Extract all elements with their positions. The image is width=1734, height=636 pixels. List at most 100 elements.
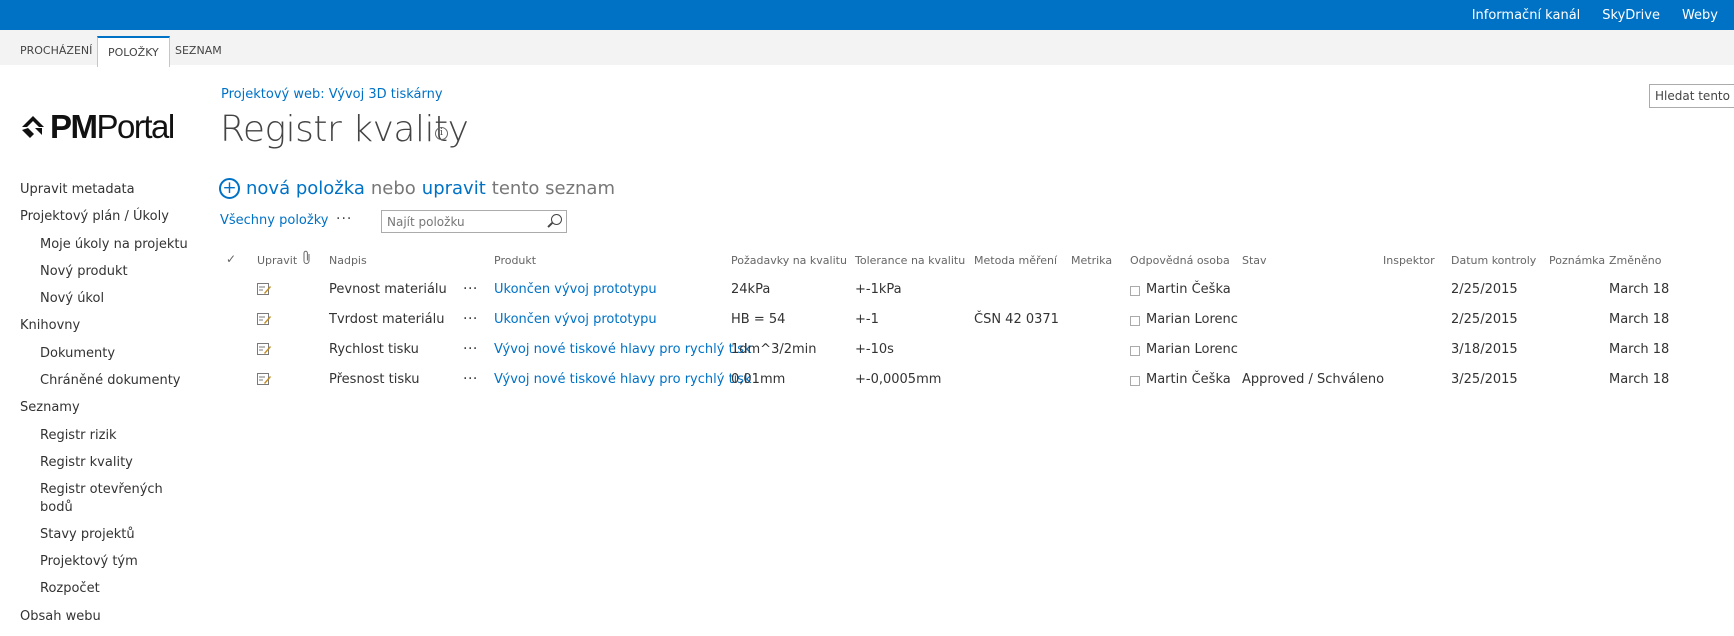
edit-list-link[interactable]: upravit: [422, 178, 486, 199]
col-modified[interactable]: Změněno: [1609, 254, 1661, 267]
col-responsible-person[interactable]: Odpovědná osoba: [1130, 254, 1230, 267]
row-date: 2/25/2015: [1451, 282, 1518, 297]
new-item-bar: + nová položka nebo upravit tento seznam: [219, 178, 615, 199]
row-date: 3/18/2015: [1451, 342, 1518, 357]
nav-project-team[interactable]: Projektový tým: [40, 554, 138, 569]
row-tolerance: +-10s: [855, 342, 894, 357]
row-title[interactable]: Tvrdost materiálu: [329, 312, 444, 327]
pmportal-logo-icon: [22, 116, 44, 138]
col-quality-requirements[interactable]: Požadavky na kvalitu: [731, 254, 847, 267]
row-requirement: 24kPa: [731, 282, 771, 297]
nav-my-tasks[interactable]: Moje úkoly na projektu: [40, 237, 188, 252]
nav-project-status[interactable]: Stavy projektů: [40, 527, 135, 542]
nav-libraries[interactable]: Knihovny: [20, 318, 80, 333]
nav-documents[interactable]: Dokumenty: [40, 346, 115, 361]
skydrive-link[interactable]: SkyDrive: [1602, 8, 1660, 23]
row-tolerance: +-0,0005mm: [855, 372, 942, 387]
suite-links: Informační kanál SkyDrive Weby: [1472, 0, 1718, 30]
nav-protected-documents[interactable]: Chráněné dokumenty: [40, 373, 181, 388]
tab-browse[interactable]: PROCHÁZENÍ: [20, 36, 92, 65]
row-date: 3/25/2015: [1451, 372, 1518, 387]
row-product[interactable]: Ukončen vývoj prototypu: [494, 312, 657, 327]
row-person[interactable]: Marian Lorenc: [1146, 312, 1238, 327]
select-all-checkmark-icon[interactable]: ✓: [226, 252, 236, 266]
page-title: Registr kvality: [220, 109, 469, 150]
site-search-input[interactable]: [1650, 86, 1734, 106]
row-requirement: 1dm^3/2min: [731, 342, 817, 357]
item-menu-ellipsis-icon[interactable]: ···: [463, 311, 478, 327]
nav-new-product[interactable]: Nový produkt: [40, 264, 128, 279]
find-item-input[interactable]: [382, 212, 547, 232]
info-icon[interactable]: i: [435, 127, 448, 140]
edit-item-icon[interactable]: [257, 313, 271, 325]
nav-open-points-register[interactable]: Registr otevřených: [40, 482, 163, 497]
edit-item-icon[interactable]: [257, 283, 271, 295]
row-product[interactable]: Ukončen vývoj prototypu: [494, 282, 657, 297]
col-inspection-date[interactable]: Datum kontroly: [1451, 254, 1536, 267]
breadcrumb[interactable]: Projektový web: Vývoj 3D tiskárny: [221, 87, 443, 102]
col-measurement-method[interactable]: Metoda měření: [974, 254, 1057, 267]
col-edit[interactable]: Upravit: [257, 254, 297, 267]
col-note[interactable]: Poznámka: [1549, 254, 1605, 267]
ribbon: PROCHÁZENÍ POLOŽKY SEZNAM: [0, 30, 1734, 67]
nav-site-contents[interactable]: Obsah webu: [20, 609, 101, 624]
edit-item-icon[interactable]: [257, 343, 271, 355]
row-status: Approved / Schváleno: [1242, 372, 1385, 387]
nav-edit-metadata[interactable]: Upravit metadata: [20, 182, 135, 197]
item-menu-ellipsis-icon[interactable]: ···: [463, 371, 478, 387]
col-quality-tolerance[interactable]: Tolerance na kvalitu: [855, 254, 965, 267]
search-icon[interactable]: [551, 214, 562, 225]
logo-text: PMPortal: [50, 108, 175, 145]
nav-risk-register[interactable]: Registr rizik: [40, 428, 117, 443]
site-search-box[interactable]: [1649, 84, 1734, 108]
nav-quality-register[interactable]: Registr kvality: [40, 455, 133, 470]
new-item-rest: tento seznam: [491, 178, 615, 199]
nav-new-task[interactable]: Nový úkol: [40, 291, 104, 306]
row-product[interactable]: Vývoj nové tiskové hlavy pro rychlý tisk: [494, 342, 752, 357]
row-person[interactable]: Martin Češka: [1146, 372, 1231, 387]
more-views-ellipsis[interactable]: ···: [336, 211, 352, 227]
nav-project-plan[interactable]: Projektový plán / Úkoly: [20, 209, 169, 224]
col-title[interactable]: Nadpis: [329, 254, 367, 267]
col-metric[interactable]: Metrika: [1071, 254, 1112, 267]
row-person[interactable]: Marian Lorenc: [1146, 342, 1238, 357]
edit-item-icon[interactable]: [257, 373, 271, 385]
new-item-or: nebo: [370, 178, 416, 199]
row-modified: March 18: [1609, 312, 1670, 327]
new-item-link[interactable]: nová položka: [246, 178, 365, 199]
sites-link[interactable]: Weby: [1682, 8, 1718, 23]
row-title[interactable]: Rychlost tisku: [329, 342, 419, 357]
row-method: ČSN 42 0371: [974, 312, 1059, 327]
row-product[interactable]: Vývoj nové tiskové hlavy pro rychlý tisk: [494, 372, 752, 387]
nav-budget[interactable]: Rozpočet: [40, 581, 100, 596]
newsfeed-link[interactable]: Informační kanál: [1472, 8, 1581, 23]
presence-indicator: [1130, 316, 1140, 326]
item-menu-ellipsis-icon[interactable]: ···: [463, 341, 478, 357]
row-tolerance: +-1kPa: [855, 282, 902, 297]
presence-indicator: [1130, 346, 1140, 356]
row-title[interactable]: Přesnost tisku: [329, 372, 420, 387]
row-date: 2/25/2015: [1451, 312, 1518, 327]
col-status[interactable]: Stav: [1242, 254, 1267, 267]
row-tolerance: +-1: [855, 312, 879, 327]
row-title[interactable]: Pevnost materiálu: [329, 282, 447, 297]
row-requirement: HB = 54: [731, 312, 786, 327]
add-icon[interactable]: +: [219, 178, 240, 199]
col-product[interactable]: Produkt: [494, 254, 536, 267]
find-item-box[interactable]: [381, 210, 567, 233]
nav-lists[interactable]: Seznamy: [20, 400, 80, 415]
tab-items[interactable]: POLOŽKY: [97, 36, 170, 67]
attachment-icon[interactable]: [302, 250, 312, 266]
row-person[interactable]: Martin Češka: [1146, 282, 1231, 297]
view-all-items[interactable]: Všechny položky: [220, 213, 328, 228]
row-requirement: 0,01mm: [731, 372, 786, 387]
site-logo[interactable]: PMPortal: [18, 108, 175, 146]
row-modified: March 18: [1609, 282, 1670, 297]
item-menu-ellipsis-icon[interactable]: ···: [463, 281, 478, 297]
presence-indicator: [1130, 376, 1140, 386]
nav-open-points-register-line2[interactable]: bodů: [40, 500, 73, 515]
tab-list[interactable]: SEZNAM: [175, 36, 222, 65]
col-inspector[interactable]: Inspektor: [1383, 254, 1435, 267]
row-modified: March 18: [1609, 372, 1670, 387]
row-modified: March 18: [1609, 342, 1670, 357]
